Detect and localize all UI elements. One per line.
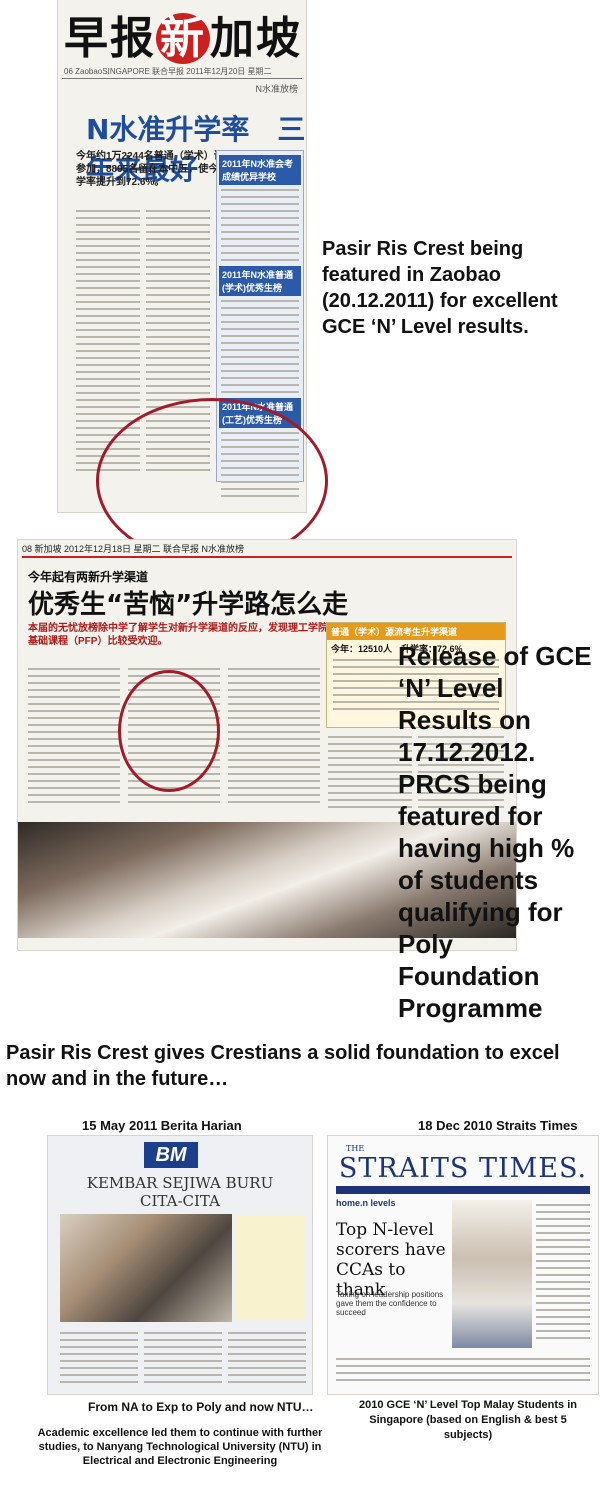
text-column <box>336 1358 590 1386</box>
students-photo <box>452 1200 532 1348</box>
chart-heading: 普通（学术）源流考生升学渠道 <box>327 623 505 640</box>
section-label: home.n levels <box>336 1198 396 1208</box>
twins-photo <box>60 1214 232 1322</box>
text-column <box>228 1332 306 1388</box>
sidebar-heading: 2011年N水准普通(学术)优秀生榜 <box>219 266 301 296</box>
text-column <box>228 668 320 808</box>
bm-caption-detail: Academic excellence led them to continue… <box>37 1427 323 1467</box>
page-header-line: 08 新加坡 2012年12月18日 星期二 联合早报 N水准放榜 <box>22 542 512 558</box>
bm-caption: From NA to Exp to Poly and now NTU… <box>88 1400 314 1414</box>
straits-times-logo: THE STRAITS TIMES. <box>338 1144 588 1184</box>
article-headline: KEMBAR SEJIWA BURU CITA-CITA <box>86 1174 274 1210</box>
zaobao-masthead: 早报新加坡 <box>64 13 302 64</box>
bm-logo: BM <box>144 1142 198 1168</box>
text-column <box>536 1204 590 1344</box>
straits-times-date: 18 Dec 2010 Straits Times <box>418 1118 578 1133</box>
st-caption: 2010 GCE ‘N’ Level Top Malay Students in… <box>358 1399 578 1441</box>
foundation-banner: Pasir Ris Crest gives Crestians a solid … <box>6 1042 560 1090</box>
berita-harian-clipping: BM KEMBAR SEJIWA BURU CITA-CITA <box>48 1136 312 1394</box>
section-tag: N水准放榜 <box>255 84 299 94</box>
zaobao-note: Pasir Ris Crest being featured in Zaobao… <box>322 238 558 338</box>
article-lede: 本届的无忧放榜除中学了解学生对新升学渠道的反应，发现理工学院基础课程（PFP）比… <box>28 623 328 647</box>
straits-times-clipping: THE STRAITS TIMES. home.n levels Top N-le… <box>328 1136 598 1394</box>
divider <box>62 78 302 79</box>
text-column <box>28 668 120 808</box>
article-headline: Top N-level scorers have CCAs to thank <box>336 1220 446 1300</box>
masthead-bar <box>336 1186 590 1194</box>
highlight-circle <box>118 670 220 792</box>
sidebar-box <box>236 1216 306 1320</box>
pfp-note: Release of GCE ‘N’ Level Results on 17.1… <box>398 641 592 1023</box>
article-kicker: 今年起有两新升学渠道 <box>28 570 149 584</box>
berita-harian-date: 15 May 2011 Berita Harian <box>82 1118 242 1133</box>
article-headline: 优秀生“苦恼”升学路怎么走 <box>28 590 349 620</box>
sidebar-heading: 2011年N水准会考成绩优异学校 <box>219 155 301 185</box>
date-line: 06 ZaobaoSINGAPORE 联合早报 2011年12月20日 星期二 <box>64 67 272 76</box>
article-deck: Taking on leadership positions gave them… <box>336 1290 444 1317</box>
text-column <box>60 1332 138 1388</box>
text-column <box>144 1332 222 1388</box>
